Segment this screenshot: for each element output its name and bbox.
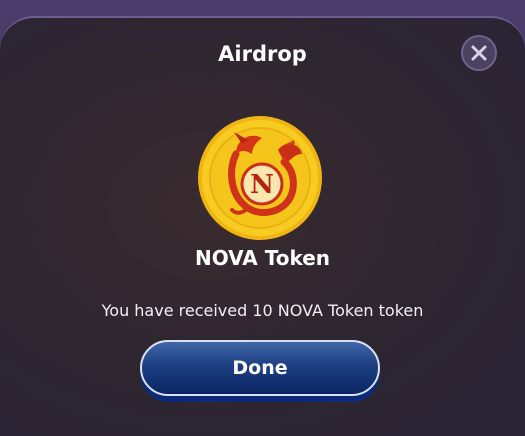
close-button[interactable]: [461, 35, 497, 71]
airdrop-modal: Airdrop N NOVA Token You have received 1…: [0, 16, 525, 436]
modal-title: Airdrop: [218, 42, 307, 66]
done-button-label: Done: [232, 357, 288, 379]
dragon-coin-icon: N: [198, 116, 322, 240]
token-coin-image: N: [196, 114, 324, 242]
coin-letter: N: [250, 170, 274, 200]
close-icon: [471, 45, 487, 61]
done-button[interactable]: Done: [140, 340, 380, 396]
airdrop-message: You have received 10 NOVA Token token: [101, 301, 424, 320]
token-name: NOVA Token: [194, 246, 331, 270]
